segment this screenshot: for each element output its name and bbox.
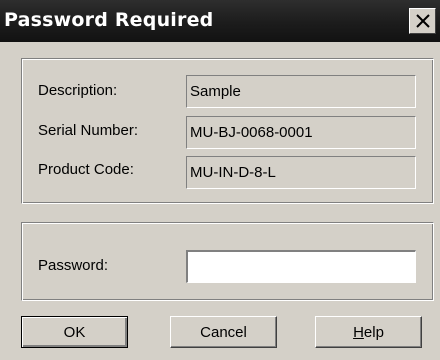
password-label: Password: [38,257,109,274]
description-label: Description: [38,82,118,99]
close-icon [416,14,430,28]
product-code-label: Product Code: [38,161,134,178]
help-label-rest: elp [363,323,384,341]
help-mnemonic: H [353,323,364,341]
ok-button[interactable]: OK [21,316,128,348]
serial-number-label: Serial Number: [38,122,139,139]
title-bar[interactable]: Password Required [0,0,440,42]
help-button[interactable]: Help [315,316,422,348]
cancel-button[interactable]: Cancel [170,316,277,348]
close-button[interactable] [409,8,436,34]
product-code-field: MU-IN-D-8-L [186,156,416,189]
serial-number-field: MU-BJ-0068-0001 [186,116,416,149]
password-input[interactable] [186,250,416,283]
window-title: Password Required [4,9,214,31]
description-field: Sample [186,75,416,108]
